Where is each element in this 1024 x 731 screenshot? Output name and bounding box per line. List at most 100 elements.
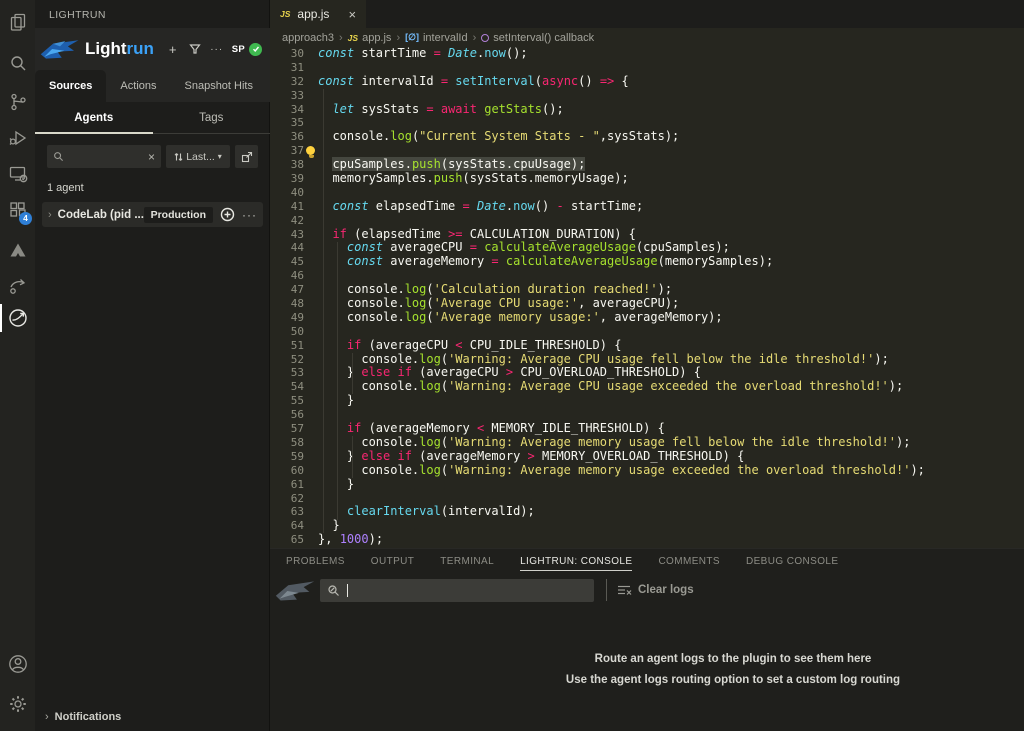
code-line[interactable]: 45 const averageMemory = calculateAverag…	[270, 255, 1024, 269]
line-number[interactable]: 35	[270, 116, 304, 130]
add-agent-action-icon[interactable]	[220, 207, 235, 222]
line-number[interactable]: 50	[270, 325, 304, 339]
code-line[interactable]: 52 console.log('Warning: Average CPU usa…	[270, 353, 1024, 367]
line-number[interactable]: 57	[270, 422, 304, 436]
code-line[interactable]: 43 if (elapsedTime >= CALCULATION_DURATI…	[270, 228, 1024, 242]
lightrun-icon[interactable]	[0, 302, 35, 334]
sort-dropdown[interactable]: Last... ▾	[166, 145, 230, 168]
code-line[interactable]: 33	[270, 89, 1024, 103]
code-line[interactable]: 30const startTime = Date.now();	[270, 47, 1024, 61]
line-number[interactable]: 63	[270, 505, 304, 519]
expand-view-button[interactable]	[235, 145, 258, 168]
settings-gear-icon[interactable]	[0, 688, 35, 720]
line-number[interactable]: 51	[270, 339, 304, 353]
console-search-input[interactable]	[320, 579, 594, 602]
explorer-icon[interactable]	[0, 6, 35, 38]
breadcrumb-symbol-callback[interactable]: setInterval() callback	[481, 32, 594, 44]
line-number[interactable]: 53	[270, 366, 304, 380]
code-line[interactable]: 41 const elapsedTime = Date.now() - star…	[270, 200, 1024, 214]
lightbulb-icon[interactable]	[306, 146, 316, 159]
code-line[interactable]: 35	[270, 116, 1024, 130]
code-line[interactable]: 55 }	[270, 394, 1024, 408]
more-options-button[interactable]: ···	[208, 40, 226, 58]
line-number[interactable]: 39	[270, 172, 304, 186]
tab-problems[interactable]: PROBLEMS	[286, 552, 345, 570]
line-number[interactable]: 36	[270, 130, 304, 144]
tab-lightrun-console[interactable]: LIGHTRUN: CONSOLE	[520, 552, 632, 571]
tab-terminal[interactable]: TERMINAL	[440, 552, 494, 570]
code-line[interactable]: 36 console.log("Current System Stats - "…	[270, 130, 1024, 144]
search-icon[interactable]	[0, 48, 35, 80]
code-line[interactable]: 51 if (averageCPU < CPU_IDLE_THRESHOLD) …	[270, 339, 1024, 353]
line-number[interactable]: 59	[270, 450, 304, 464]
line-number[interactable]: 31	[270, 61, 304, 75]
code-line[interactable]: 61 }	[270, 478, 1024, 492]
code-editor[interactable]: 30const startTime = Date.now();3132const…	[270, 47, 1024, 548]
breadcrumb-symbol-variable[interactable]: [∅]intervalId	[405, 32, 467, 44]
tab-snapshot-hits[interactable]: Snapshot Hits	[171, 70, 267, 102]
line-number[interactable]: 30	[270, 47, 304, 61]
code-line[interactable]: 50	[270, 325, 1024, 339]
line-number[interactable]: 49	[270, 311, 304, 325]
tab-comments[interactable]: COMMENTS	[658, 552, 720, 570]
line-number[interactable]: 33	[270, 89, 304, 103]
code-line[interactable]: 59 } else if (averageMemory > MEMORY_OVE…	[270, 450, 1024, 464]
code-line[interactable]: 37	[270, 144, 1024, 158]
code-line[interactable]: 39 memorySamples.push(sysStats.memoryUsa…	[270, 172, 1024, 186]
code-line[interactable]: 32const intervalId = setInterval(async()…	[270, 75, 1024, 89]
code-line[interactable]: 58 console.log('Warning: Average memory …	[270, 436, 1024, 450]
account-icon[interactable]	[0, 648, 35, 680]
line-number[interactable]: 34	[270, 103, 304, 117]
subtab-agents[interactable]: Agents	[35, 102, 153, 133]
tab-actions[interactable]: Actions	[106, 70, 170, 102]
code-line[interactable]: 40	[270, 186, 1024, 200]
code-line[interactable]: 31	[270, 61, 1024, 75]
line-number[interactable]: 47	[270, 283, 304, 297]
line-number[interactable]: 61	[270, 478, 304, 492]
tab-output[interactable]: OUTPUT	[371, 552, 415, 570]
line-number[interactable]: 42	[270, 214, 304, 228]
code-line[interactable]: 49 console.log('Average memory usage:', …	[270, 311, 1024, 325]
line-number[interactable]: 32	[270, 75, 304, 89]
line-number[interactable]: 41	[270, 200, 304, 214]
line-number[interactable]: 56	[270, 408, 304, 422]
code-line[interactable]: 34 let sysStats = await getStats();	[270, 103, 1024, 117]
code-line[interactable]: 48 console.log('Average CPU usage:', ave…	[270, 297, 1024, 311]
code-line[interactable]: 54 console.log('Warning: Average CPU usa…	[270, 380, 1024, 394]
code-line[interactable]: 47 console.log('Calculation duration rea…	[270, 283, 1024, 297]
code-line[interactable]: 42	[270, 214, 1024, 228]
tab-debug-console[interactable]: DEBUG CONSOLE	[746, 552, 838, 570]
code-line[interactable]: 63 clearInterval(intervalId);	[270, 505, 1024, 519]
user-badge[interactable]: SP	[232, 43, 262, 56]
line-number[interactable]: 45	[270, 255, 304, 269]
breadcrumb-file[interactable]: JSapp.js	[348, 32, 392, 44]
line-number[interactable]: 54	[270, 380, 304, 394]
line-number[interactable]: 40	[270, 186, 304, 200]
line-number[interactable]: 65	[270, 533, 304, 547]
extensions-icon[interactable]: 4	[0, 194, 35, 226]
agents-search-input[interactable]: ×	[47, 145, 161, 168]
chevron-right-icon[interactable]: ›	[48, 209, 52, 221]
breadcrumb-folder[interactable]: approach3	[282, 32, 334, 44]
add-action-button[interactable]: +	[164, 40, 182, 58]
source-control-icon[interactable]	[0, 86, 35, 118]
line-number[interactable]: 52	[270, 353, 304, 367]
run-debug-icon[interactable]	[0, 122, 35, 154]
line-number[interactable]: 62	[270, 492, 304, 506]
tab-app-js[interactable]: JS app.js ×	[270, 0, 366, 28]
code-line[interactable]: 65}, 1000);	[270, 533, 1024, 547]
triangle-extension-icon[interactable]	[0, 234, 35, 266]
line-number[interactable]: 46	[270, 269, 304, 283]
notifications-toggle[interactable]: › Notifications	[45, 711, 121, 723]
line-number[interactable]: 38	[270, 158, 304, 172]
line-number[interactable]: 43	[270, 228, 304, 242]
code-line[interactable]: 62	[270, 492, 1024, 506]
clear-logs-button[interactable]: Clear logs	[617, 584, 694, 597]
subtab-tags[interactable]: Tags	[153, 102, 271, 133]
line-number[interactable]: 58	[270, 436, 304, 450]
line-number[interactable]: 37	[270, 144, 304, 158]
line-number[interactable]: 55	[270, 394, 304, 408]
code-line[interactable]: 56	[270, 408, 1024, 422]
close-tab-icon[interactable]: ×	[348, 7, 356, 22]
agent-more-button[interactable]: ···	[242, 208, 257, 222]
